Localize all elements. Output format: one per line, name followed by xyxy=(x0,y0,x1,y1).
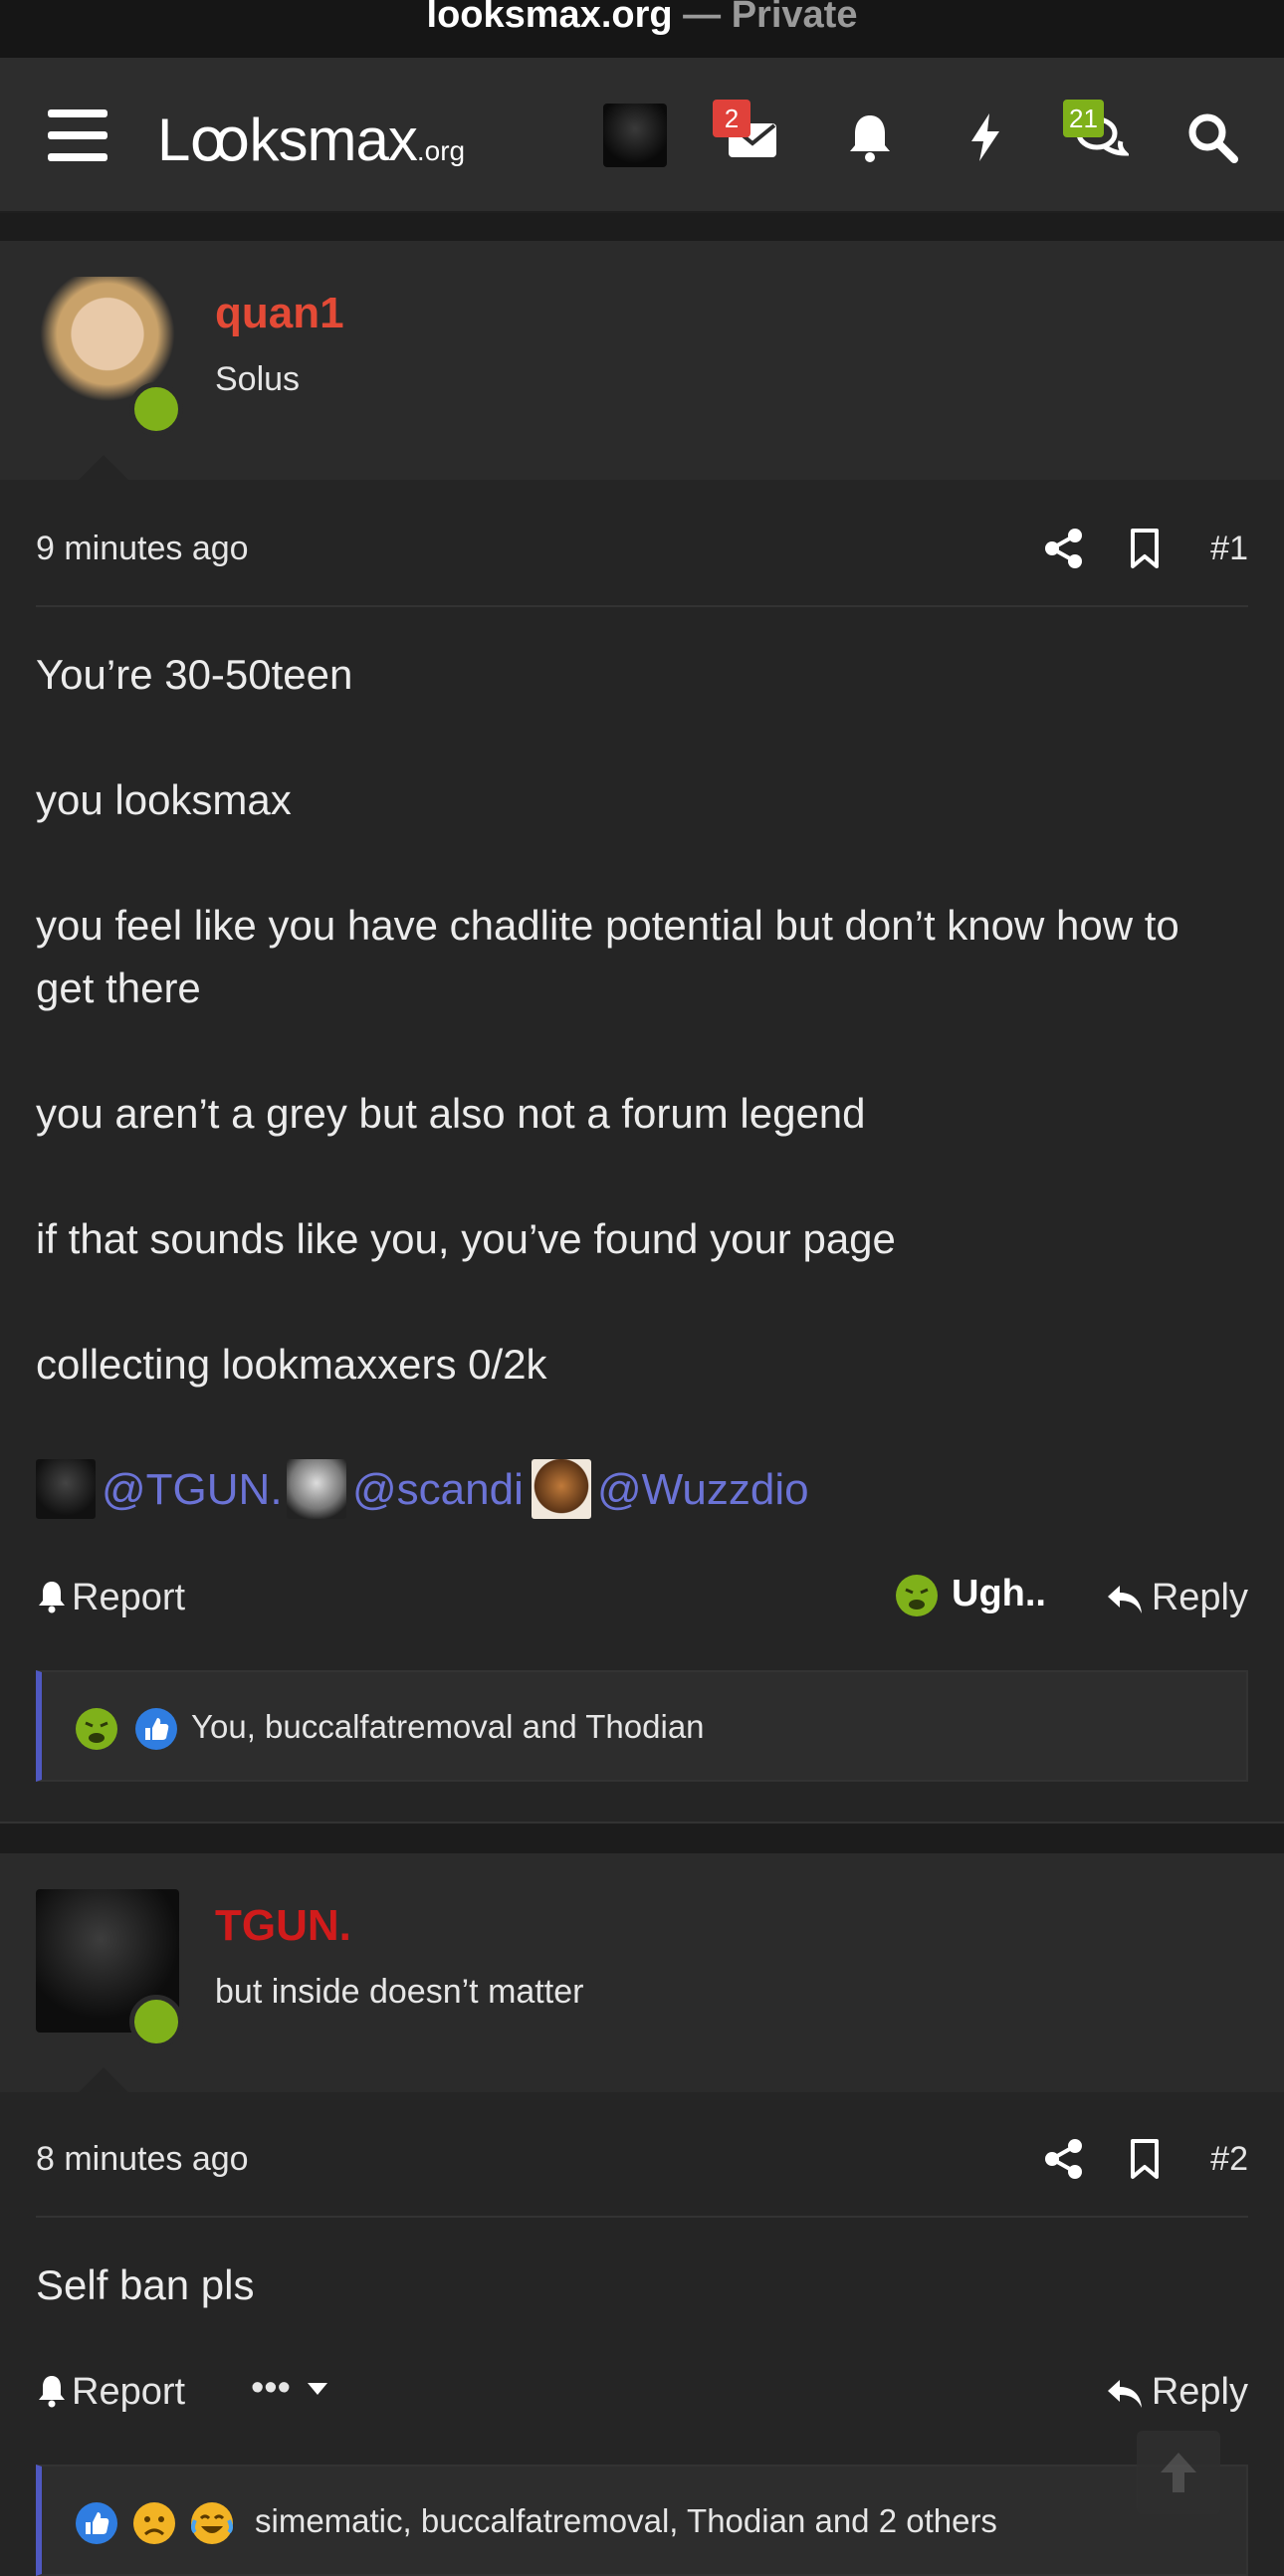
crying-laughing-icon xyxy=(191,2502,233,2544)
reply-label: Reply xyxy=(1151,2371,1248,2413)
account-avatar[interactable] xyxy=(603,104,667,167)
report-button[interactable]: Report xyxy=(36,2371,185,2414)
url-domain: looksmax.org xyxy=(426,0,673,36)
search-icon[interactable] xyxy=(1184,109,1240,165)
reactions-text: simematic, buccalfatremoval, Thodian and… xyxy=(255,2502,997,2539)
mention-avatar xyxy=(287,1459,346,1519)
post-user-header: TGUN. but inside doesn’t matter xyxy=(0,1853,1284,2093)
mention-avatar xyxy=(36,1459,96,1519)
post-separator xyxy=(0,213,1284,241)
post-paragraph: You’re 30-50teen xyxy=(36,651,353,698)
post-number[interactable]: #1 xyxy=(1210,530,1248,568)
mention-text: @Wuzzdio xyxy=(597,1465,809,1514)
reply-icon xyxy=(1107,2380,1142,2408)
react-button[interactable]: Ugh.. xyxy=(894,1573,1046,1618)
user-title: Solus xyxy=(215,360,301,398)
mention-text: @TGUN. xyxy=(102,1465,283,1514)
bell-icon[interactable] xyxy=(842,109,898,165)
avatar[interactable] xyxy=(36,277,183,436)
post-paragraph: you feel like you have chadlite potentia… xyxy=(36,902,1179,1011)
lightning-icon[interactable] xyxy=(958,109,1013,165)
url-private-label: — Private xyxy=(683,0,858,36)
post-body: You’re 30-50teen you looksmax you feel l… xyxy=(36,643,1248,1458)
reply-icon xyxy=(1107,1586,1142,1613)
bookmark-icon[interactable] xyxy=(1125,528,1165,569)
top-navigation: Lꝏksmax.org 2 21 xyxy=(0,58,1284,213)
sad-face-icon xyxy=(133,2502,175,2544)
sick-face-icon xyxy=(76,1708,117,1750)
bell-icon xyxy=(39,2376,65,2408)
reactions-summary[interactable]: simematic, buccalfatremoval, Thodian and… xyxy=(36,2465,1248,2576)
post-meta: 8 minutes ago #2 xyxy=(36,2098,1248,2218)
username[interactable]: TGUN. xyxy=(215,1901,351,1951)
like-icon xyxy=(135,1708,177,1750)
reactions-summary[interactable]: You, buccalfatremoval and Thodian xyxy=(36,1670,1248,1782)
reply-label: Reply xyxy=(1151,1577,1248,1618)
chevron-down-icon xyxy=(308,2383,328,2395)
more-label: ••• xyxy=(251,2367,291,2409)
post-actions: Report Ugh.. Reply xyxy=(36,1567,1248,1626)
post-paragraph: you aren’t a grey but also not a forum l… xyxy=(36,1090,866,1137)
post-time[interactable]: 9 minutes ago xyxy=(36,530,249,568)
user-title: but inside doesn’t matter xyxy=(215,1973,584,2011)
bookmark-icon[interactable] xyxy=(1125,2138,1165,2180)
conversations-badge: 21 xyxy=(1063,100,1104,137)
report-label: Report xyxy=(72,2371,186,2413)
post-paragraph: if that sounds like you, you’ve found yo… xyxy=(36,1215,896,1262)
post-number[interactable]: #2 xyxy=(1210,2140,1248,2179)
username[interactable]: quan1 xyxy=(215,289,344,338)
reactions-text: You, buccalfatremoval and Thodian xyxy=(191,1708,705,1745)
mention-avatar xyxy=(532,1459,591,1519)
report-button[interactable]: Report xyxy=(36,1577,185,1619)
post-paragraph: Self ban pls xyxy=(36,2261,255,2308)
online-indicator xyxy=(129,382,183,436)
reply-button[interactable]: Reply xyxy=(1106,1577,1248,1619)
browser-url-bar[interactable]: looksmax.org — Private xyxy=(0,0,1284,58)
online-indicator xyxy=(129,1995,183,2048)
avatar[interactable] xyxy=(36,1889,183,2048)
logo-tld: .org xyxy=(416,135,466,166)
site-logo[interactable]: Lꝏksmax.org xyxy=(157,106,465,175)
arrow-up-icon xyxy=(1161,2453,1196,2492)
bell-icon xyxy=(39,1582,65,1613)
post-user-header: quan1 Solus xyxy=(0,241,1284,481)
more-options-button[interactable]: ••• xyxy=(251,2367,328,2410)
logo-text: Lꝏksmax xyxy=(157,107,418,173)
post-paragraph: collecting lookmaxxers 0/2k xyxy=(36,1341,547,1388)
post-meta: 9 minutes ago #1 xyxy=(36,488,1248,607)
post-actions: Report ••• Reply xyxy=(36,2361,1248,2421)
share-icon[interactable] xyxy=(1043,528,1085,569)
report-label: Report xyxy=(72,1577,186,1618)
post-time[interactable]: 8 minutes ago xyxy=(36,2140,249,2179)
sick-face-icon xyxy=(896,1575,938,1616)
reply-button[interactable]: Reply xyxy=(1106,2371,1248,2414)
share-icon[interactable] xyxy=(1043,2138,1085,2180)
menu-icon[interactable] xyxy=(48,109,107,161)
post-paragraph: you looksmax xyxy=(36,776,292,823)
scroll-to-top-button[interactable] xyxy=(1137,2431,1220,2514)
react-label: Ugh.. xyxy=(952,1573,1046,1615)
like-icon xyxy=(76,2502,117,2544)
post-separator xyxy=(0,1822,1284,1853)
mention-text: @scandi xyxy=(352,1465,524,1514)
inbox-badge: 2 xyxy=(713,100,750,137)
